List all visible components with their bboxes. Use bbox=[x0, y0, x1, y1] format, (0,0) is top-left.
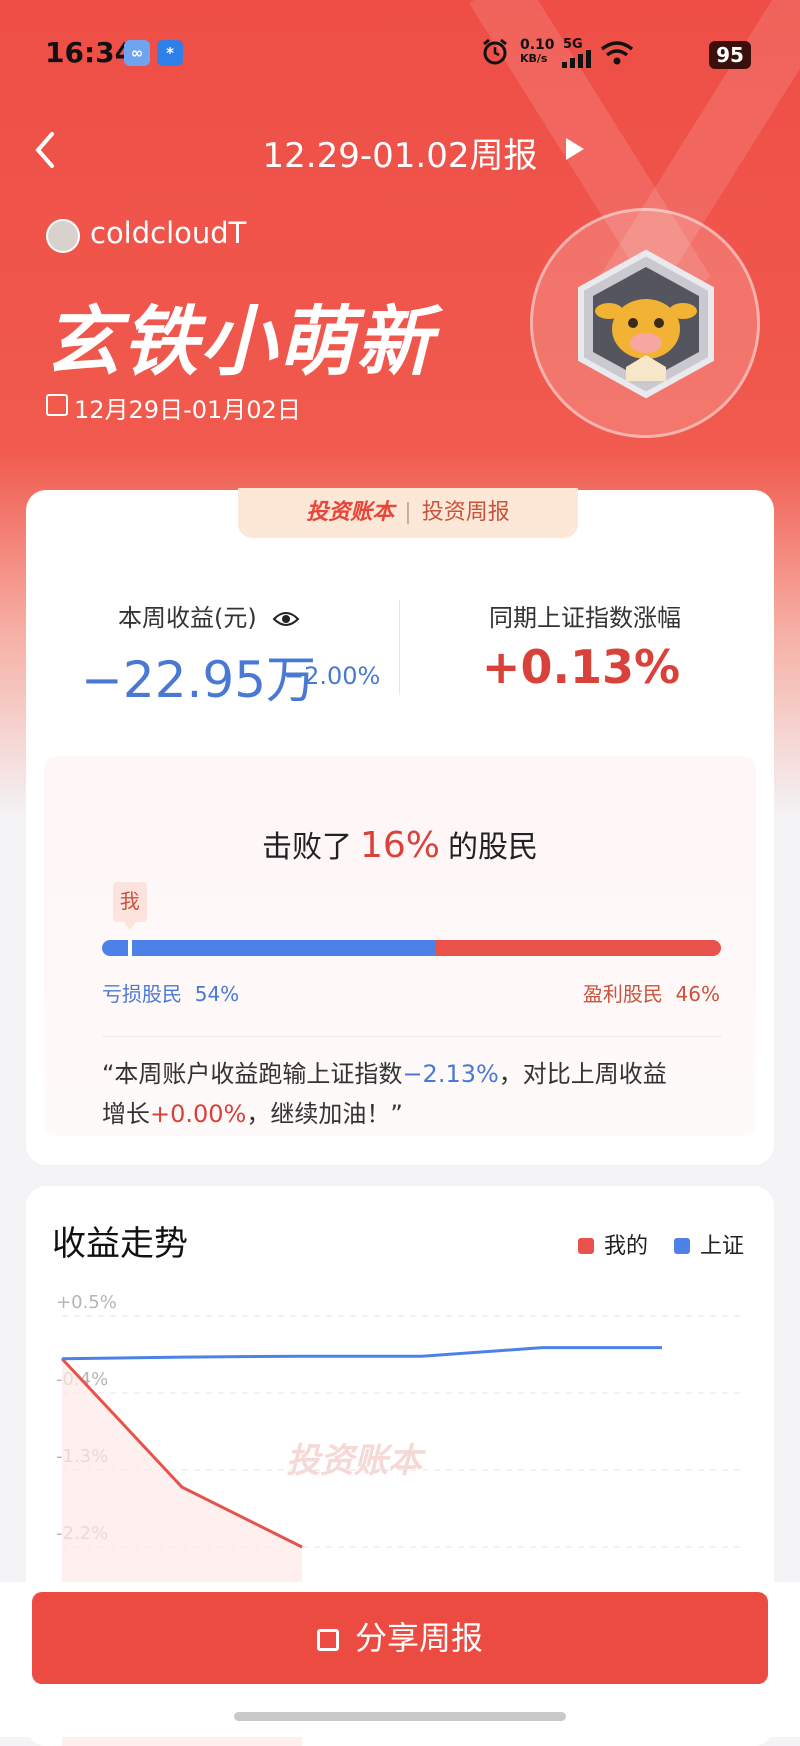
quote-diff: −2.13% bbox=[402, 1060, 498, 1088]
trend-title: 收益走势 bbox=[52, 1216, 188, 1265]
quote-part3: 增长 bbox=[102, 1100, 150, 1128]
me-bar-tick bbox=[128, 936, 132, 960]
date-range: 12月29日-01月02日 bbox=[74, 390, 301, 425]
legend-sse-swatch bbox=[674, 1238, 690, 1254]
signal-icon bbox=[562, 50, 592, 68]
me-marker-pointer bbox=[124, 922, 136, 930]
gain-legend: 盈利股民 46% bbox=[583, 978, 720, 1007]
chart-watermark: 投资账本 bbox=[286, 1441, 426, 1481]
index-change-value: +0.13% bbox=[396, 640, 766, 694]
avatar[interactable] bbox=[46, 219, 80, 253]
beat-headline: 击败了16%的股民 bbox=[44, 822, 756, 866]
series-line-sse bbox=[62, 1348, 662, 1359]
me-marker: 我 bbox=[113, 882, 147, 922]
share-icon bbox=[317, 1629, 339, 1651]
eye-icon[interactable] bbox=[272, 610, 300, 628]
week-profit-pct: −2.00% bbox=[284, 662, 380, 690]
net-speed: 0.10 KB/s bbox=[520, 38, 555, 66]
section-divider bbox=[102, 1036, 722, 1037]
quote-growth: +0.00% bbox=[150, 1100, 246, 1128]
report-title: 12.29-01.02周报 bbox=[0, 128, 800, 177]
legend-mine[interactable]: 我的 bbox=[578, 1228, 648, 1260]
share-label: 分享周报 bbox=[355, 1619, 483, 1657]
quote-part4: ，继续加油！” bbox=[246, 1100, 402, 1128]
beat-suffix: 的股民 bbox=[448, 830, 538, 865]
y-tick-label: +0.5% bbox=[56, 1292, 117, 1313]
week-profit-label: 本周收益(元) bbox=[118, 598, 300, 633]
brand-logo: 投资账本 bbox=[306, 500, 394, 525]
alarm-icon bbox=[481, 38, 509, 66]
legend-mine-label: 我的 bbox=[604, 1234, 648, 1259]
net-speed-value: 0.10 bbox=[520, 38, 555, 52]
app-notification-icon: ∞ bbox=[124, 40, 150, 66]
index-label: 同期上证指数涨幅 bbox=[400, 598, 770, 633]
weekly-summary-card: 投资账本 | 投资周报 本周收益(元) −22.95万 −2.00% 同期上证指数涨… bbox=[26, 490, 774, 1165]
gain-bar bbox=[436, 940, 721, 956]
calendar-icon bbox=[46, 394, 68, 416]
rank-title: 玄铁小萌新 bbox=[44, 280, 434, 390]
quote-part1: “本周账户收益跑输上证指数 bbox=[102, 1060, 402, 1088]
beat-pct: 16% bbox=[360, 825, 440, 866]
week-profit-label-text: 本周收益(元) bbox=[118, 604, 257, 632]
loss-legend: 亏损股民 54% bbox=[102, 978, 239, 1007]
calf-mascot-icon bbox=[571, 249, 721, 399]
battery-indicator: 95 bbox=[709, 41, 751, 69]
status-bar: 16:34 ∞ * 0.10 KB/s 5G 95 bbox=[0, 0, 800, 110]
legend-sse-label: 上证 bbox=[700, 1234, 744, 1259]
legend-mine-swatch bbox=[578, 1238, 594, 1254]
tag-divider: | bbox=[404, 500, 411, 525]
loss-bar bbox=[102, 940, 436, 956]
nav-bar: 12.29-01.02周报 bbox=[0, 120, 800, 180]
week-profit-value: −22.95万 bbox=[81, 640, 316, 712]
quote-part2: ，对比上周收益 bbox=[499, 1060, 667, 1088]
loss-label: 亏损股民 bbox=[102, 982, 182, 1006]
tag-label: 投资周报 bbox=[422, 500, 510, 525]
loss-pct: 54% bbox=[195, 982, 239, 1006]
net-speed-unit: KB/s bbox=[520, 52, 555, 66]
legend-sse[interactable]: 上证 bbox=[674, 1228, 744, 1260]
gain-label: 盈利股民 bbox=[583, 982, 663, 1006]
app-notification-icon: * bbox=[157, 40, 183, 66]
beat-section: 击败了16%的股民 我 亏损股民 54% 盈利股民 46% “本周账户收益跑输上… bbox=[44, 756, 756, 1136]
report-tag: 投资账本 | 投资周报 bbox=[238, 488, 578, 538]
status-time: 16:34 bbox=[45, 36, 134, 69]
share-report-button[interactable]: 分享周报 bbox=[32, 1592, 768, 1684]
rank-badge bbox=[530, 208, 760, 438]
gain-pct: 46% bbox=[676, 982, 720, 1006]
summary-quote: “本周账户收益跑输上证指数−2.13%，对比上周收益增长+0.00%，继续加油！… bbox=[102, 1054, 722, 1134]
wifi-icon bbox=[600, 40, 634, 66]
next-report-icon[interactable] bbox=[566, 138, 584, 160]
username: coldcloudT bbox=[90, 216, 246, 250]
beat-prefix: 击败了 bbox=[262, 830, 352, 865]
home-indicator[interactable] bbox=[234, 1712, 566, 1721]
